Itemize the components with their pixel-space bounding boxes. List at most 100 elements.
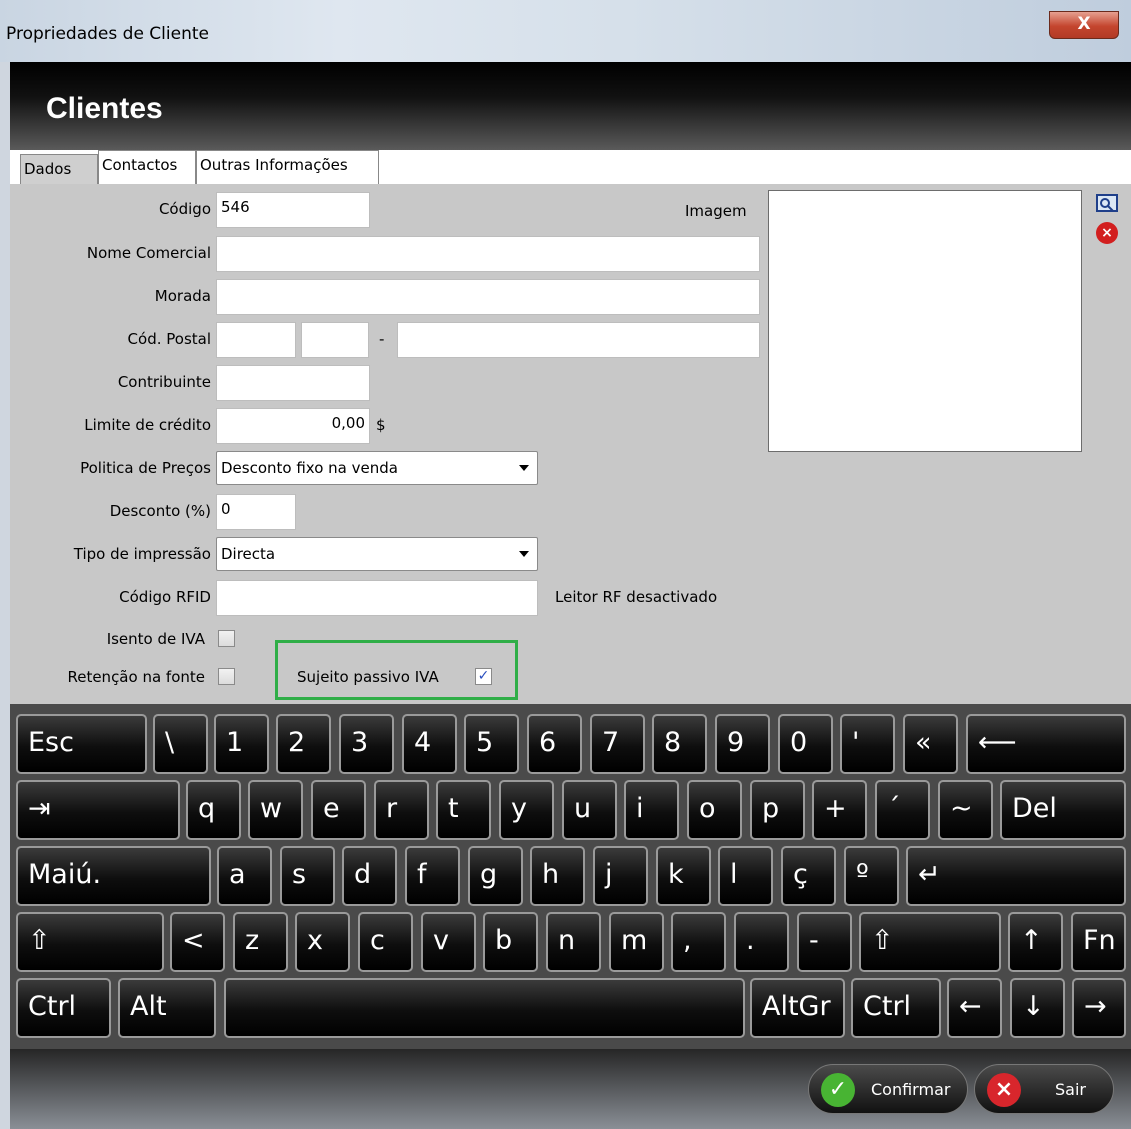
key-shift-right[interactable]: ⇧ <box>859 912 1001 972</box>
key-p[interactable]: p <box>750 780 805 840</box>
key-9[interactable]: 9 <box>715 714 770 774</box>
key-minus[interactable]: - <box>797 912 852 972</box>
sujeito-passivo-checkbox[interactable]: ✓ <box>475 668 492 685</box>
morada-field[interactable] <box>216 279 760 315</box>
key-i[interactable]: i <box>624 780 679 840</box>
key-j[interactable]: j <box>593 846 648 906</box>
key-arrow-up[interactable]: ↑ <box>1008 912 1063 972</box>
politica-precos-select[interactable]: Desconto fixo na venda <box>216 451 538 485</box>
key-h[interactable]: h <box>530 846 585 906</box>
key-plus[interactable]: + <box>812 780 867 840</box>
key-b[interactable]: b <box>483 912 538 972</box>
nome-comercial-label: Nome Comercial <box>86 244 211 262</box>
key-ctrl-right[interactable]: Ctrl <box>851 978 941 1038</box>
key-4[interactable]: 4 <box>402 714 457 774</box>
key-d[interactable]: d <box>342 846 397 906</box>
key-caps[interactable]: Maiú. <box>16 846 211 906</box>
key-tilde[interactable]: ~ <box>938 780 993 840</box>
key-y[interactable]: y <box>499 780 554 840</box>
key-7[interactable]: 7 <box>590 714 645 774</box>
key-8[interactable]: 8 <box>652 714 707 774</box>
key-q[interactable]: q <box>186 780 241 840</box>
key-altgr[interactable]: AltGr <box>750 978 845 1038</box>
tab-contactos[interactable]: Contactos <box>98 150 196 184</box>
key-z[interactable]: z <box>233 912 288 972</box>
key-del[interactable]: Del <box>1000 780 1126 840</box>
codigo-field[interactable]: 546 <box>216 192 370 228</box>
desconto-field[interactable]: 0 <box>216 494 296 530</box>
checkmark-icon: ✓ <box>821 1073 855 1107</box>
cod-postal-label: Cód. Postal <box>127 330 211 348</box>
tab-dados[interactable]: Dados <box>20 154 98 184</box>
key-comma[interactable]: , <box>671 912 726 972</box>
key-w[interactable]: w <box>248 780 303 840</box>
key-esc[interactable]: Esc <box>16 714 147 774</box>
key-5[interactable]: 5 <box>464 714 519 774</box>
key-6[interactable]: 6 <box>527 714 582 774</box>
key-backslash[interactable]: \ <box>153 714 208 774</box>
exit-button[interactable]: × Sair <box>974 1064 1114 1114</box>
key-1[interactable]: 1 <box>214 714 269 774</box>
key-ordinal[interactable]: º <box>844 846 899 906</box>
key-v[interactable]: v <box>421 912 476 972</box>
key-e[interactable]: e <box>311 780 366 840</box>
key-backspace[interactable]: ⟵ <box>966 714 1126 774</box>
key-c-cedilla[interactable]: ç <box>781 846 836 906</box>
contribuinte-field[interactable] <box>216 365 370 401</box>
key-enter[interactable]: ↵ <box>906 846 1126 906</box>
close-button[interactable]: X <box>1049 11 1119 39</box>
key-arrow-down[interactable]: ↓ <box>1010 978 1065 1038</box>
key-ctrl-left[interactable]: Ctrl <box>16 978 111 1038</box>
key-k[interactable]: k <box>656 846 711 906</box>
key-3[interactable]: 3 <box>339 714 394 774</box>
codigo-rfid-field[interactable] <box>216 580 538 616</box>
key-r[interactable]: r <box>374 780 429 840</box>
image-search-icon[interactable] <box>1096 194 1118 214</box>
key-l[interactable]: l <box>718 846 773 906</box>
image-preview[interactable] <box>768 190 1082 452</box>
key-u[interactable]: u <box>562 780 617 840</box>
key-acute[interactable]: ´ <box>875 780 930 840</box>
key-t[interactable]: t <box>436 780 491 840</box>
key-arrow-right[interactable]: → <box>1072 978 1126 1038</box>
limite-credito-field[interactable]: 0,00 <box>216 408 370 444</box>
key-s[interactable]: s <box>280 846 335 906</box>
confirm-button[interactable]: ✓ Confirmar <box>808 1064 968 1114</box>
key-0[interactable]: 0 <box>778 714 833 774</box>
isento-iva-label: Isento de IVA <box>106 630 205 648</box>
desconto-label: Desconto (%) <box>109 502 211 520</box>
key-x[interactable]: x <box>295 912 350 972</box>
key-fn[interactable]: Fn <box>1071 912 1126 972</box>
window-title: Propriedades de Cliente <box>6 24 209 44</box>
cod-postal-part2[interactable] <box>301 322 369 358</box>
tab-outras-informacoes[interactable]: Outras Informações <box>196 150 379 184</box>
key-m[interactable]: m <box>609 912 664 972</box>
key-period[interactable]: . <box>734 912 789 972</box>
codigo-rfid-label: Código RFID <box>119 588 211 606</box>
retencao-fonte-checkbox[interactable] <box>218 668 235 685</box>
key-a[interactable]: a <box>217 846 272 906</box>
key-apostrophe[interactable]: ' <box>840 714 895 774</box>
imagem-label: Imagem <box>685 202 747 220</box>
isento-iva-checkbox[interactable] <box>218 630 235 647</box>
cod-postal-part1[interactable] <box>216 322 296 358</box>
limite-credito-label: Limite de crédito <box>84 416 211 434</box>
tipo-impressao-select[interactable]: Directa <box>216 537 538 571</box>
key-alt[interactable]: Alt <box>118 978 216 1038</box>
image-remove-icon[interactable]: × <box>1096 222 1118 244</box>
cod-postal-locality[interactable] <box>397 322 760 358</box>
key-guillemet[interactable]: « <box>903 714 958 774</box>
key-n[interactable]: n <box>546 912 601 972</box>
key-tab[interactable]: ⇥ <box>16 780 180 840</box>
key-f[interactable]: f <box>405 846 460 906</box>
key-o[interactable]: o <box>687 780 742 840</box>
key-space[interactable] <box>224 978 745 1038</box>
chevron-down-icon <box>519 551 529 557</box>
nome-comercial-field[interactable] <box>216 236 760 272</box>
key-less-than[interactable]: < <box>170 912 225 972</box>
key-2[interactable]: 2 <box>276 714 331 774</box>
key-c[interactable]: c <box>358 912 413 972</box>
key-arrow-left[interactable]: ← <box>947 978 1002 1038</box>
key-g[interactable]: g <box>468 846 523 906</box>
key-shift-left[interactable]: ⇧ <box>16 912 164 972</box>
